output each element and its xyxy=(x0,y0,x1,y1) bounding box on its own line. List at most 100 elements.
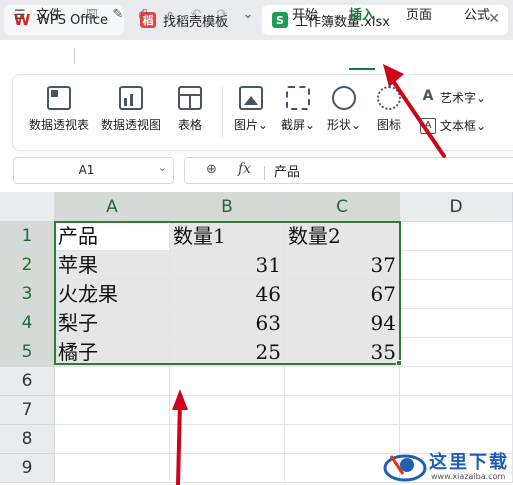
cell-A4[interactable]: 梨子 xyxy=(55,309,170,338)
cell-B8[interactable] xyxy=(170,425,285,454)
watermark-logo-icon xyxy=(383,454,427,482)
formula-bar[interactable] xyxy=(184,157,513,184)
redo-icon[interactable]: ↷ xyxy=(214,7,230,23)
screenshot-button[interactable]: 截屏⌄ xyxy=(281,86,315,133)
row-header-4[interactable]: 4 xyxy=(0,309,55,338)
undo-icon[interactable]: ↶ xyxy=(188,7,204,23)
column-header-d[interactable]: D xyxy=(400,192,513,222)
active-tab-underline xyxy=(349,68,375,70)
cell-C5[interactable]: 35 xyxy=(285,338,400,367)
icons-label: 图标 xyxy=(377,118,402,132)
text-box-icon: A xyxy=(420,117,436,134)
cell-D6[interactable] xyxy=(400,367,513,396)
row-header-1[interactable]: 1 xyxy=(0,222,55,251)
close-icon[interactable]: ✕ xyxy=(488,11,500,27)
fx-icon[interactable]: fx xyxy=(238,161,251,177)
cell-A7[interactable] xyxy=(55,396,170,425)
cell-A3[interactable]: 火龙果 xyxy=(55,280,170,309)
screenshot-label: 截屏⌄ xyxy=(281,118,316,132)
cell-D1[interactable] xyxy=(400,222,513,251)
print-preview-icon[interactable]: ⌕ xyxy=(162,7,178,23)
scissors-icon xyxy=(286,86,311,110)
cell-C1[interactable]: 数量2 xyxy=(285,222,400,251)
chevron-down-icon[interactable]: ⌄ xyxy=(158,161,167,174)
cell-B1[interactable]: 数量1 xyxy=(170,222,285,251)
text-box-button[interactable]: A 文本框 ⌄ xyxy=(420,117,486,134)
menu-bar xyxy=(0,40,513,72)
zoom-search-icon[interactable]: ⊕ xyxy=(206,162,217,177)
cell-B7[interactable] xyxy=(170,396,285,425)
cell-D4[interactable] xyxy=(400,309,513,338)
row-header-3[interactable]: 3 xyxy=(0,280,55,309)
print-icon[interactable]: ⎙ xyxy=(136,7,152,23)
row-header-5[interactable]: 5 xyxy=(0,338,55,367)
cell-D5[interactable] xyxy=(400,338,513,367)
cell-C4[interactable]: 94 xyxy=(285,309,400,338)
tab-formulas[interactable]: 公式 xyxy=(464,7,490,25)
pivot-table-button[interactable]: 数据透视表 xyxy=(29,86,89,133)
tab-home[interactable]: 开始 xyxy=(292,7,318,25)
pivot-table-icon xyxy=(47,86,71,110)
cell-B3[interactable]: 46 xyxy=(170,280,285,309)
column-header-c[interactable]: C xyxy=(285,192,400,222)
format-painter-icon[interactable]: ✎ xyxy=(110,7,126,23)
cell-C3[interactable]: 67 xyxy=(285,280,400,309)
select-all-corner[interactable] xyxy=(0,192,55,222)
pivot-chart-label: 数据透视图 xyxy=(101,118,162,132)
chevron-down-icon[interactable]: ⌄ xyxy=(240,7,256,23)
chevron-down-icon: ⌄ xyxy=(351,118,362,132)
cell-C2[interactable]: 37 xyxy=(285,251,400,280)
icons-button[interactable]: 图标 xyxy=(377,86,401,133)
cell-A5[interactable]: 橘子 xyxy=(55,338,170,367)
word-art-icon: A xyxy=(422,87,434,104)
chevron-down-icon: ⌄ xyxy=(305,118,316,132)
row-header-8[interactable]: 8 xyxy=(0,425,55,454)
formula-bar-value[interactable]: 产品 xyxy=(274,161,300,180)
row-header-9[interactable]: 9 xyxy=(0,454,55,483)
shapes-icon xyxy=(332,86,357,110)
picture-button[interactable]: 图片⌄ xyxy=(234,86,268,133)
tab-insert[interactable]: 插入 xyxy=(349,7,375,25)
cell-B9[interactable] xyxy=(170,454,285,483)
cell-A1[interactable]: 产品 xyxy=(55,222,170,251)
cell-B4[interactable]: 63 xyxy=(170,309,285,338)
pivot-chart-button[interactable]: 数据透视图 xyxy=(101,86,161,133)
cell-A6[interactable] xyxy=(55,367,170,396)
cell-B2[interactable]: 31 xyxy=(170,251,285,280)
column-header-b[interactable]: B xyxy=(170,192,285,222)
icons-gallery-icon xyxy=(377,86,401,110)
cell-B6[interactable] xyxy=(170,367,285,396)
cell-A8[interactable] xyxy=(55,425,170,454)
cell-A2[interactable]: 苹果 xyxy=(55,251,170,280)
spreadsheet-grid[interactable]: A B C D 1 产品 数量1 数量2 2 苹果 31 37 3 火龙果 46 67 4 梨子 63 94 5… xyxy=(0,192,513,485)
fill-handle[interactable] xyxy=(396,360,402,366)
watermark-brand: 这里下载 xyxy=(429,452,509,473)
shapes-button[interactable]: 形状⌄ xyxy=(327,86,361,133)
cell-C6[interactable] xyxy=(285,367,400,396)
row-header-7[interactable]: 7 xyxy=(0,396,55,425)
cell-C7[interactable] xyxy=(285,396,400,425)
divider xyxy=(264,166,265,180)
divider xyxy=(74,48,75,64)
word-art-button[interactable]: A 艺术字 ⌄ xyxy=(420,87,487,106)
table-button[interactable]: 表格 xyxy=(178,86,202,133)
row-header-6[interactable]: 6 xyxy=(0,367,55,396)
watermark-url: www.xiazaiba.com xyxy=(431,472,506,481)
cell-D2[interactable] xyxy=(400,251,513,280)
name-box[interactable]: A1 ⌄ xyxy=(13,157,174,184)
row-header-2[interactable]: 2 xyxy=(0,251,55,280)
cell-D7[interactable] xyxy=(400,396,513,425)
pivot-chart-icon xyxy=(119,86,143,110)
file-menu[interactable]: 文件 xyxy=(36,7,62,25)
shapes-label: 形状⌄ xyxy=(327,118,362,132)
cell-A9[interactable] xyxy=(55,454,170,483)
tab-page-layout[interactable]: 页面 xyxy=(406,7,432,25)
hamburger-menu-icon[interactable]: ☰ xyxy=(14,7,26,25)
ribbon-separator xyxy=(222,86,223,138)
table-icon xyxy=(178,86,202,110)
save-icon[interactable]: 🖫 xyxy=(84,7,100,23)
column-header-a[interactable]: A xyxy=(55,192,170,222)
cell-D3[interactable] xyxy=(400,280,513,309)
cell-B5[interactable]: 25 xyxy=(170,338,285,367)
chevron-down-icon: ⌄ xyxy=(258,118,269,132)
